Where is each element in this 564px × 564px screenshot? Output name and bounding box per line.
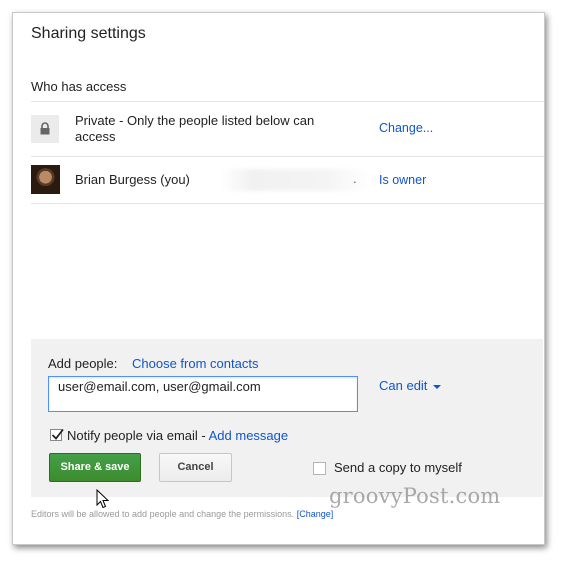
owner-name: Brian Burgess (you) <box>75 172 190 187</box>
footer-note-text: Editors will be allowed to add people an… <box>31 509 295 519</box>
access-row-owner: Brian Burgess (you) . Is owner <box>31 156 544 204</box>
sharing-settings-dialog: Sharing settings Who has access Private … <box>12 12 545 545</box>
watermark: groovyPost.com <box>329 484 501 508</box>
add-people-label: Add people: <box>48 356 118 371</box>
notify-text: Notify people via email - <box>67 428 209 443</box>
add-people-panel: Add people: Choose from contacts user@em… <box>31 339 543 497</box>
add-people-input[interactable]: user@email.com, user@gmail.com <box>48 376 358 412</box>
footer-change-link[interactable]: [Change] <box>297 509 334 519</box>
dialog-title: Sharing settings <box>31 25 146 42</box>
email-trailing-dot: . <box>353 171 357 186</box>
access-row-visibility: Private - Only the people listed below c… <box>31 101 544 156</box>
add-message-link[interactable]: Add message <box>209 428 289 443</box>
avatar <box>31 165 60 194</box>
notify-checkbox[interactable] <box>50 428 64 441</box>
lock-icon <box>31 115 59 143</box>
share-and-save-button[interactable]: Share & save <box>49 453 141 482</box>
who-has-access-label: Who has access <box>31 79 127 94</box>
cancel-button[interactable]: Cancel <box>159 453 232 482</box>
footer-note: Editors will be allowed to add people an… <box>31 509 333 519</box>
checkmark-icon <box>51 428 64 440</box>
send-copy-checkbox[interactable] <box>313 462 326 475</box>
choose-from-contacts-link[interactable]: Choose from contacts <box>132 356 258 371</box>
notify-label: Notify people via email - Add message <box>67 428 288 443</box>
chevron-down-icon <box>433 384 442 389</box>
owner-role-label: Is owner <box>379 173 427 187</box>
permission-label: Can edit <box>379 378 428 393</box>
mouse-pointer-icon <box>96 489 110 509</box>
change-visibility-link[interactable]: Change... <box>379 121 433 135</box>
send-copy-label: Send a copy to myself <box>334 460 462 475</box>
blurred-email <box>221 169 371 191</box>
visibility-description: Private - Only the people listed below c… <box>75 113 315 144</box>
permission-dropdown[interactable]: Can edit <box>379 378 442 393</box>
